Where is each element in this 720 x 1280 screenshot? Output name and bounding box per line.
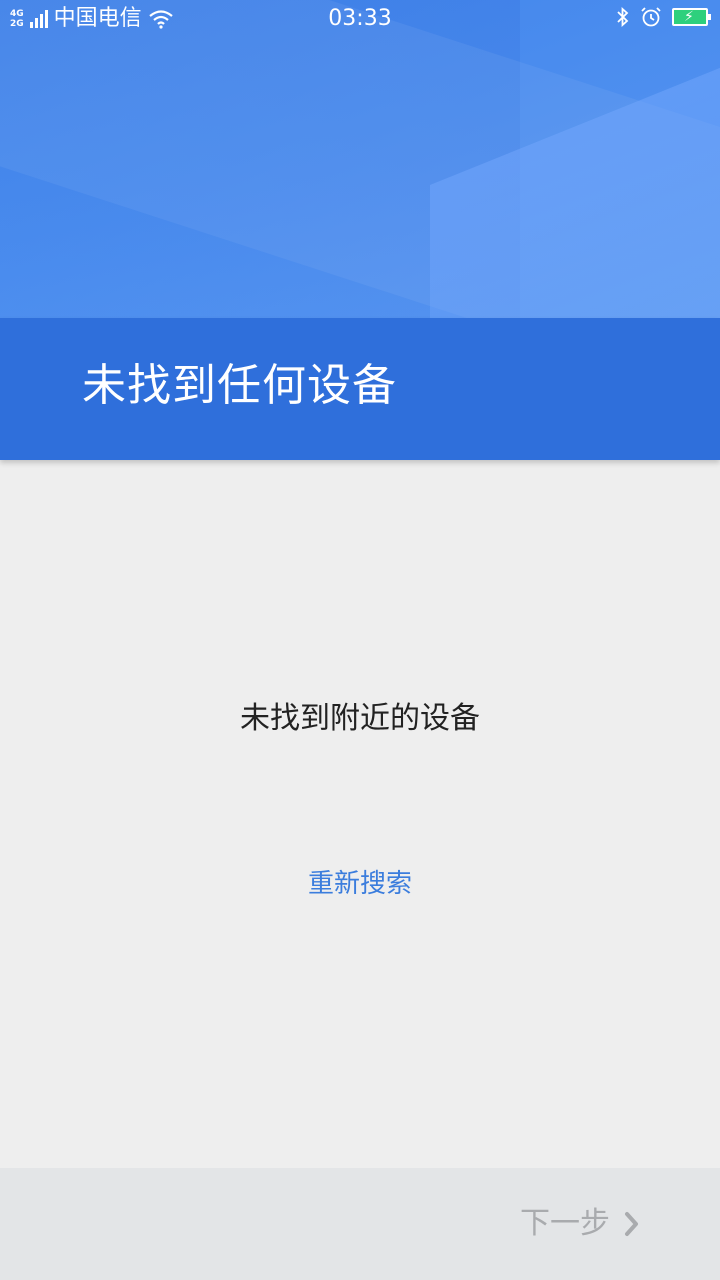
- chevron-right-icon: [625, 1212, 638, 1236]
- bluetooth-icon: [617, 6, 629, 28]
- alarm-icon: [641, 7, 661, 27]
- next-step-label: 下一步: [520, 1206, 610, 1241]
- retry-search-link[interactable]: 重新搜索: [280, 864, 440, 904]
- screen: 未找到任何设备 4G 2G 中国电信 03:33 ⚡ 未找到附近的设备 重新搜索…: [0, 0, 720, 1280]
- header-hero-background: [0, 0, 720, 318]
- status-time: 03:33: [328, 6, 392, 31]
- status-bar: 4G 2G 中国电信 03:33 ⚡: [0, 0, 720, 38]
- page-title: 未找到任何设备: [82, 360, 397, 411]
- no-devices-message: 未找到附近的设备: [240, 701, 480, 736]
- next-step-button[interactable]: 下一步: [520, 1202, 640, 1246]
- battery-icon: ⚡: [672, 8, 711, 26]
- status-right: ⚡: [616, 6, 711, 28]
- charging-bolt-icon: ⚡: [684, 9, 694, 25]
